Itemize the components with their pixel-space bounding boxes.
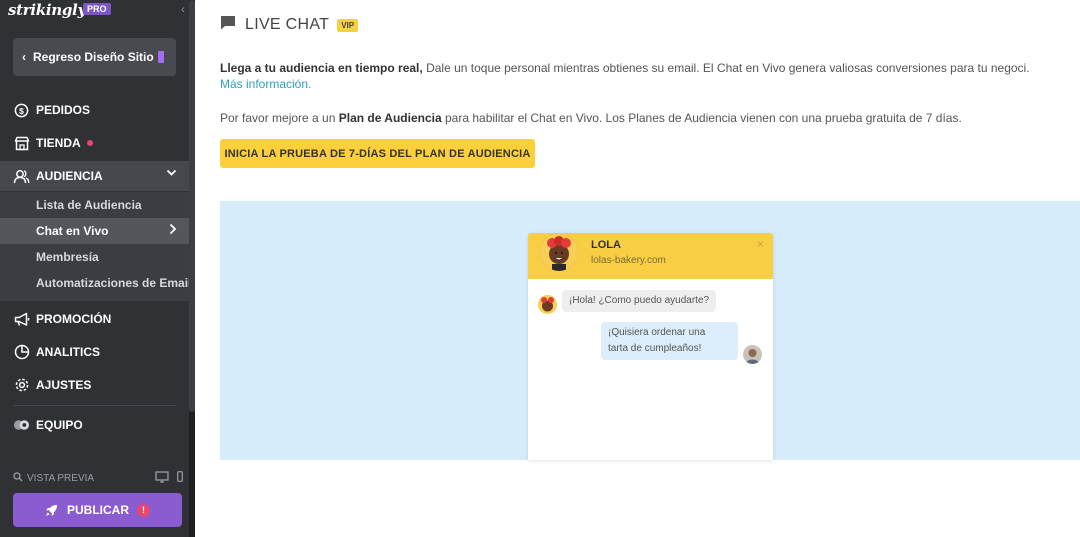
gear-icon	[13, 377, 30, 394]
submenu-item-lista-de-audiencia[interactable]: Lista de Audiencia	[0, 192, 189, 218]
upgrade-pre: Por favor mejore a un	[220, 111, 339, 125]
back-button-label: Regreso Diseño Sitio	[33, 50, 154, 64]
warning-badge: !	[137, 503, 150, 517]
chat-widget-mockup: LOLA lolas-bakery.com × ¡Hola! ¿Como pue…	[528, 233, 773, 460]
mobile-device-icon	[157, 51, 164, 63]
vip-badge: VIP	[337, 18, 359, 32]
intro-bold: Llega a tu audiencia en tiempo real,	[220, 61, 423, 75]
team-icon	[13, 417, 30, 434]
more-info-link[interactable]: Más información.	[220, 77, 311, 91]
outgoing-line-1: ¡Quisiera ordenar una	[608, 327, 706, 338]
chevron-left-icon: ‹	[22, 50, 26, 64]
preview-label[interactable]: VISTA PREVIA	[27, 473, 94, 484]
submenu-item-automatizaciones-de-email[interactable]: Automatizaciones de Email	[0, 270, 189, 296]
agent-message-avatar	[538, 295, 557, 314]
nav-item-equipo[interactable]: EQUIPO	[0, 410, 189, 440]
nav-item-audiencia[interactable]: AUDIENCIA	[0, 161, 189, 191]
search-icon	[13, 471, 23, 485]
agent-avatar	[540, 233, 578, 271]
submenu-item-chat-en-vivo[interactable]: Chat en Vivo	[0, 218, 189, 244]
pro-badge: PRO	[83, 3, 111, 15]
nav-item-promocion[interactable]: PROMOCIÓN	[0, 304, 189, 334]
nav-item-tienda[interactable]: TIENDA	[0, 128, 189, 158]
audience-icon	[13, 168, 30, 185]
chat-widget-header: LOLA lolas-bakery.com ×	[528, 233, 773, 279]
incoming-message: ¡Hola! ¿Como puedo ayudarte?	[562, 290, 717, 312]
chat-bubble-icon	[220, 15, 236, 35]
agent-name: LOLA	[591, 239, 621, 251]
upgrade-bold: Plan de Audiencia	[338, 111, 442, 125]
notification-dot	[86, 140, 93, 146]
nav-label: PROMOCIÓN	[36, 312, 112, 326]
nav-item-pedidos[interactable]: $ PEDIDOS	[0, 95, 189, 125]
sidebar-divider	[13, 405, 176, 406]
close-icon: ×	[756, 237, 764, 251]
page-header: LIVE CHAT VIP	[220, 15, 359, 35]
nav-item-ajustes[interactable]: AJUSTES	[0, 370, 189, 400]
nav-label: TIENDA	[36, 136, 81, 150]
nav-label: EQUIPO	[36, 418, 83, 432]
live-chat-preview-illustration: LOLA lolas-bakery.com × ¡Hola! ¿Como pue…	[220, 201, 1080, 460]
rocket-icon	[45, 504, 58, 517]
chevron-down-icon	[166, 168, 177, 180]
submenu-item-membresia[interactable]: Membresía	[0, 244, 189, 270]
back-to-site-design-button[interactable]: ‹ Regreso Diseño Sitio	[13, 38, 176, 76]
dollar-icon: $	[13, 102, 30, 119]
megaphone-icon	[13, 311, 30, 328]
nav-item-analitics[interactable]: ANALITICS	[0, 337, 189, 367]
upgrade-post: para habilitar el Chat en Vivo. Los Plan…	[441, 111, 962, 125]
strikingly-logo: strikingly	[8, 1, 86, 19]
main-content: LIVE CHAT VIP Llega a tu audiencia en ti…	[195, 0, 1080, 537]
sidebar: strikingly PRO ‹ ‹ Regreso Diseño Sitio …	[0, 0, 195, 537]
upgrade-paragraph: Por favor mejore a un Plan de Audiencia …	[220, 110, 1050, 126]
nav-label: AUDIENCIA	[36, 169, 103, 183]
svg-text:$: $	[19, 105, 24, 115]
store-icon	[13, 135, 30, 152]
audiencia-submenu: Lista de Audiencia Chat en Vivo Membresí…	[0, 192, 189, 301]
nav-label: PEDIDOS	[36, 103, 91, 117]
intro-text: Dale un toque personal mientras obtienes…	[422, 61, 1030, 75]
nav-label: ANALITICS	[36, 345, 100, 359]
mobile-preview-icon[interactable]	[177, 471, 183, 485]
collapse-sidebar-icon[interactable]: ‹	[181, 2, 185, 16]
desktop-preview-icon[interactable]	[155, 470, 169, 486]
publish-button[interactable]: PUBLICAR !	[13, 493, 182, 527]
outgoing-message: ¡Quisiera ordenar una tarta de cumpleaño…	[601, 322, 738, 360]
publish-label: PUBLICAR	[67, 503, 129, 517]
start-trial-button[interactable]: INICIA LA PRUEBA DE 7-DÍAS DEL PLAN DE A…	[220, 139, 535, 168]
preview-row: VISTA PREVIA	[13, 470, 183, 486]
visitor-avatar	[743, 345, 762, 364]
chevron-right-icon	[169, 223, 177, 238]
pie-chart-icon	[13, 344, 30, 361]
intro-paragraph: Llega a tu audiencia en tiempo real, Dal…	[220, 60, 1050, 92]
page-title: LIVE CHAT	[245, 16, 330, 33]
nav-label: AJUSTES	[36, 378, 92, 392]
submenu-label: Chat en Vivo	[36, 224, 109, 238]
agent-site: lolas-bakery.com	[591, 255, 666, 266]
outgoing-line-2: tarta de cumpleaños!	[608, 343, 702, 354]
